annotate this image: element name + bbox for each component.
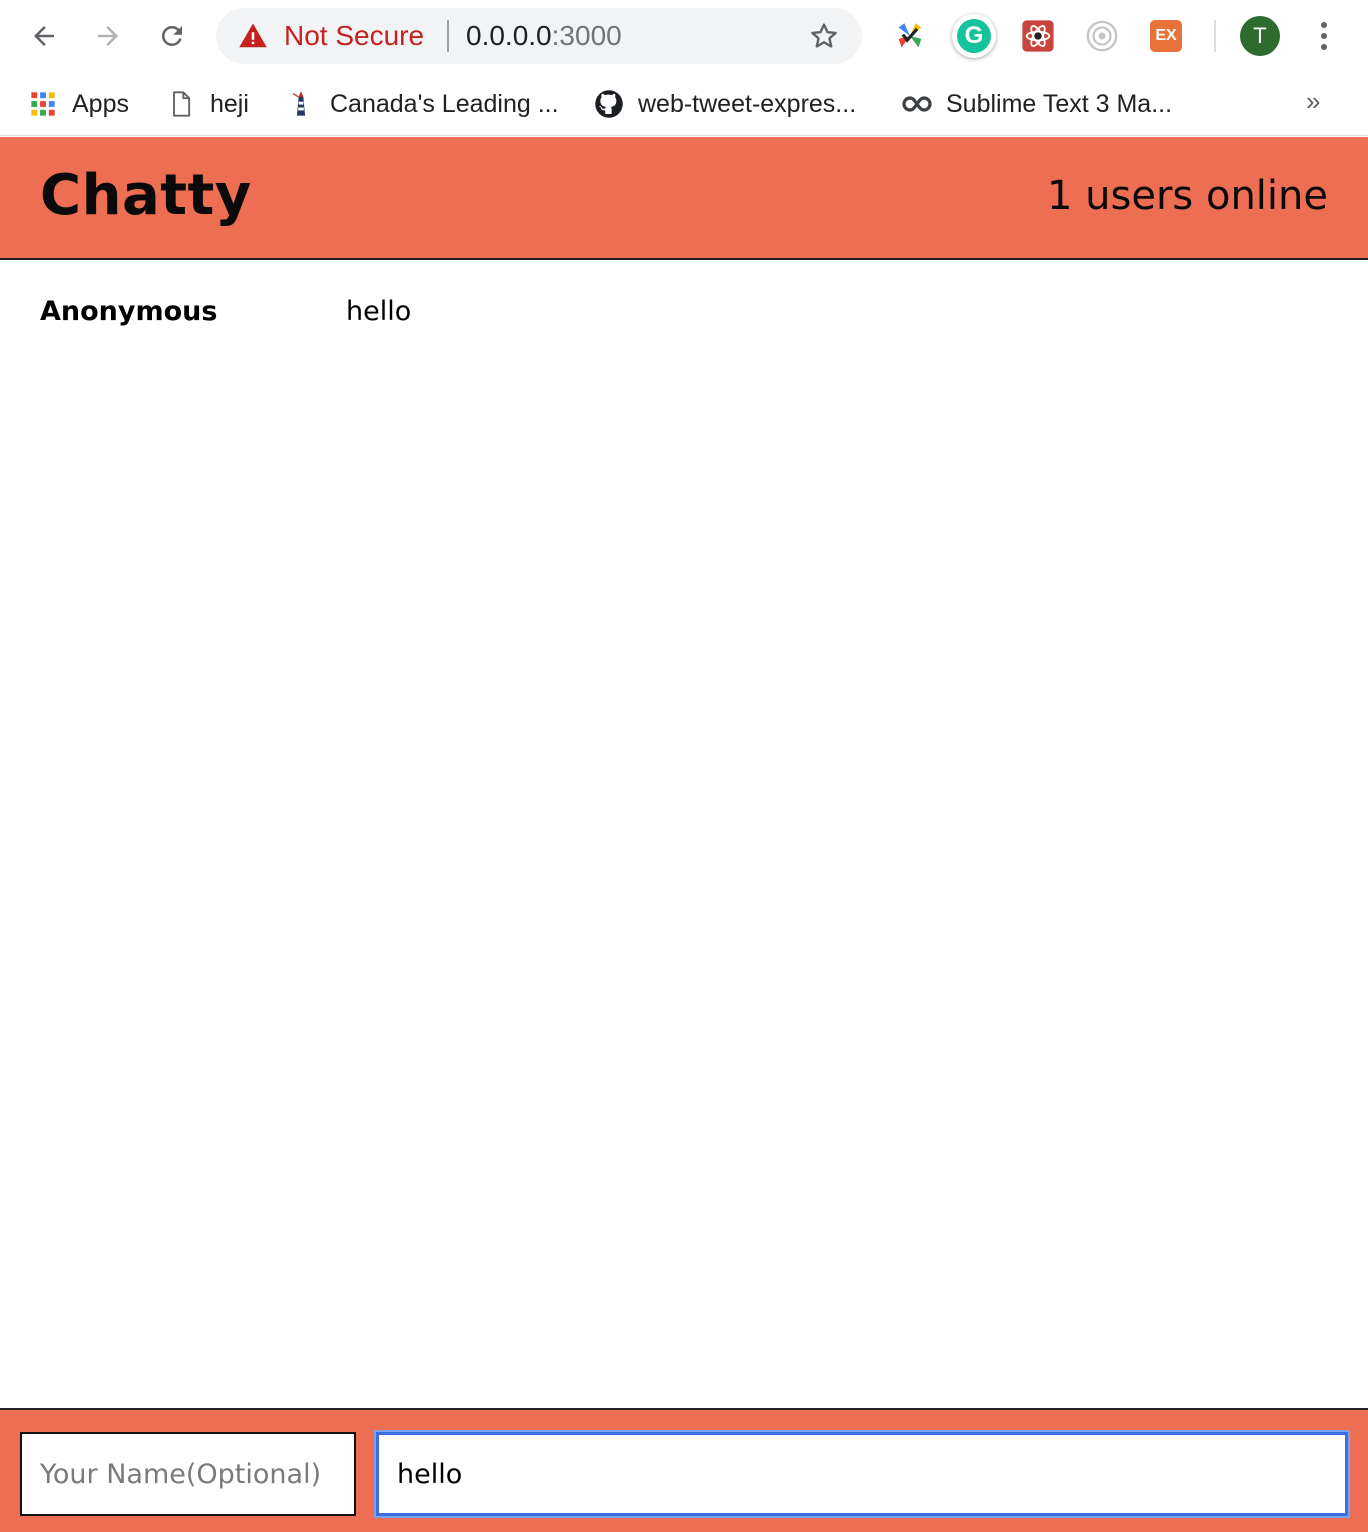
username-input[interactable] <box>20 1432 356 1516</box>
bookmark-apps[interactable]: Apps <box>28 84 129 124</box>
back-button[interactable] <box>20 12 68 60</box>
url-port: :3000 <box>551 20 622 51</box>
arrow-left-icon <box>34 26 54 46</box>
message-list: Anonymous hello <box>0 260 1368 1408</box>
bookmark-web-tweet-express[interactable]: web-tweet-expres... <box>594 84 856 124</box>
target-extension-icon[interactable] <box>1084 18 1120 54</box>
address-bar[interactable]: Not Secure 0.0.0.0:3000 <box>216 8 862 64</box>
infinity-icon <box>902 89 932 119</box>
message-item: Anonymous hello <box>40 296 1328 336</box>
reload-button[interactable] <box>148 12 196 60</box>
app-navbar: Chatty 1 users online <box>0 137 1368 260</box>
pinwheel-extension-icon[interactable] <box>892 18 928 54</box>
ex-extension-icon[interactable]: EX <box>1148 18 1184 54</box>
bookmark-sublime-text[interactable]: Sublime Text 3 Ma... <box>902 84 1172 124</box>
omnibox-divider <box>447 20 449 52</box>
url-host: 0.0.0.0 <box>466 20 552 51</box>
more-bookmarks-button[interactable]: » <box>1306 86 1320 117</box>
message-content: hello <box>346 296 412 327</box>
bookmark-label: Sublime Text 3 Ma... <box>946 89 1173 118</box>
forward-button[interactable] <box>84 12 132 60</box>
users-online-count: 1 users online <box>1047 173 1328 219</box>
grammarly-label: G <box>957 19 991 53</box>
arrow-right-icon <box>98 26 118 46</box>
apps-grid-icon <box>28 89 58 119</box>
message-username: Anonymous <box>40 296 218 327</box>
browser-menu-button[interactable] <box>1304 14 1344 58</box>
toolbar-divider <box>1214 20 1216 52</box>
react-devtools-extension-icon[interactable] <box>1020 18 1056 54</box>
ex-label: EX <box>1150 20 1182 52</box>
bookmark-heji[interactable]: heji <box>166 84 249 124</box>
browser-toolbar: Not Secure 0.0.0.0:3000 G EX T <box>0 0 1368 72</box>
bookmark-star-icon[interactable] <box>808 20 840 52</box>
bookmark-label: Apps <box>72 89 129 118</box>
bookmark-label: heji <box>210 89 249 118</box>
grammarly-extension-icon[interactable]: G <box>952 14 996 58</box>
page-icon <box>166 89 196 119</box>
profile-avatar[interactable]: T <box>1240 16 1280 56</box>
reload-icon <box>161 25 182 46</box>
chatbar <box>0 1408 1368 1532</box>
message-input[interactable] <box>376 1432 1348 1516</box>
menu-dot-icon <box>1321 33 1327 39</box>
bookmarks-bar: Apps heji Canada's Leading ... web-tweet… <box>0 72 1368 136</box>
bookmark-label: Canada's Leading ... <box>330 89 559 118</box>
warning-triangle-icon[interactable] <box>238 21 268 51</box>
bookmark-label: web-tweet-expres... <box>638 89 857 118</box>
bookmark-canadas-leading[interactable]: Canada's Leading ... <box>286 84 559 124</box>
url-text[interactable]: 0.0.0.0:3000 <box>466 21 622 51</box>
menu-dot-icon <box>1321 44 1327 50</box>
not-secure-label[interactable]: Not Secure <box>284 21 424 51</box>
app-brand[interactable]: Chatty <box>40 163 252 228</box>
github-icon <box>594 89 624 119</box>
lighthouse-icon <box>286 89 316 119</box>
menu-dot-icon <box>1321 22 1327 28</box>
